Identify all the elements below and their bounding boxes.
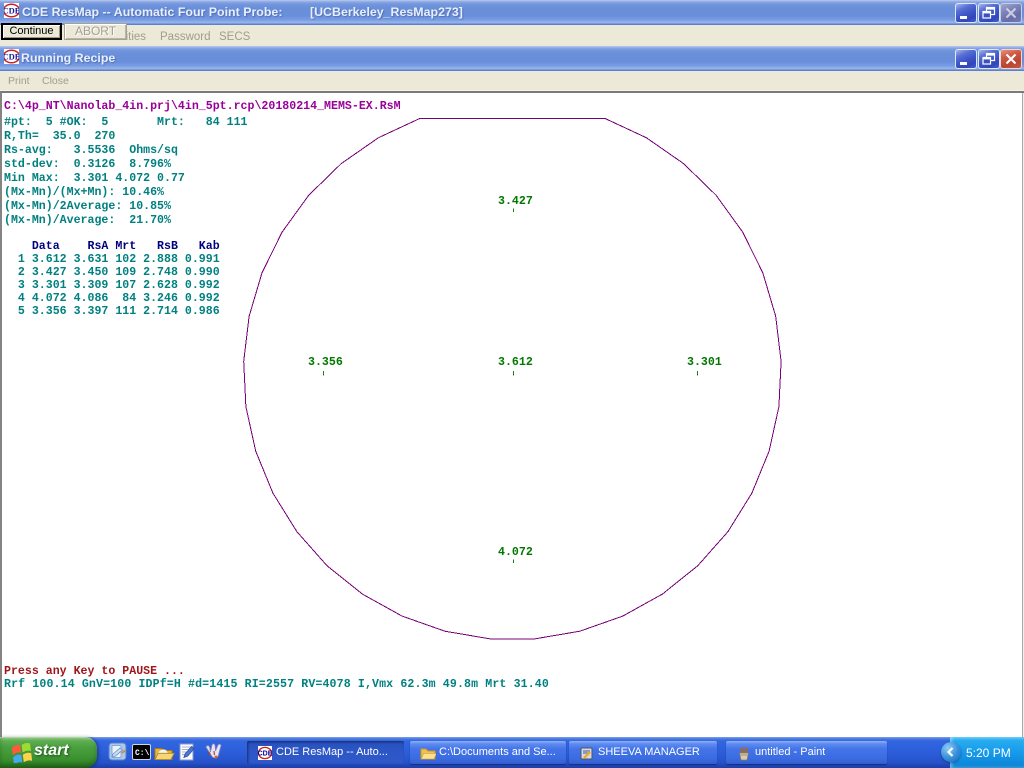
svg-text:C:\: C:\ xyxy=(135,749,150,758)
svg-text:CDE: CDE xyxy=(258,751,273,758)
